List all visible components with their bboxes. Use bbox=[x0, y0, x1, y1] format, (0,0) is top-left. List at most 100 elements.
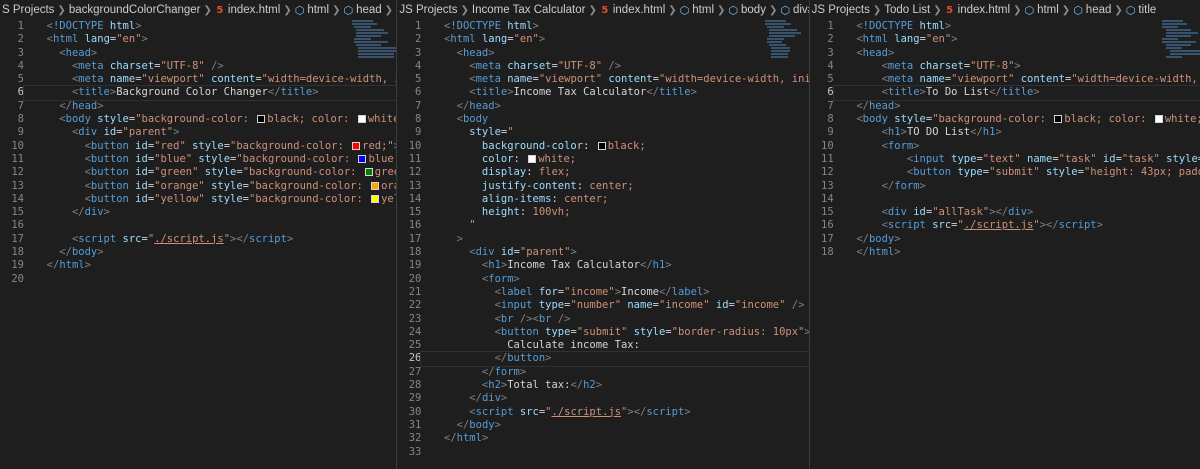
color-swatch[interactable] bbox=[358, 154, 367, 163]
code-line[interactable]: 3 <head> bbox=[397, 47, 808, 60]
breadcrumb-item[interactable]: Income Tax Calculator bbox=[472, 4, 586, 16]
minimap[interactable] bbox=[1160, 20, 1200, 60]
breadcrumb-item[interactable]: JS Projects bbox=[812, 4, 870, 16]
color-swatch[interactable] bbox=[1054, 115, 1063, 124]
code-line[interactable]: 21 <label for="income">Income</label> bbox=[397, 286, 808, 299]
code-line[interactable]: 3 <head> bbox=[0, 47, 396, 60]
color-swatch[interactable] bbox=[371, 181, 380, 190]
code-line[interactable]: 30 <script src="./script.js"></script> bbox=[397, 406, 808, 419]
code-line[interactable]: 4 <meta charset="UTF-8"> bbox=[810, 60, 1200, 73]
editor-pane-todo-list[interactable]: JS Projects ❯ Todo List ❯ 5 index.html ❯ ⬡ html ❯… bbox=[809, 0, 1200, 469]
code-line[interactable]: 4 <meta charset="UTF-8" /> bbox=[397, 60, 808, 73]
code-line[interactable]: 5 <meta name="viewport" content="width=d… bbox=[810, 73, 1200, 86]
code-line[interactable]: 14 bbox=[810, 193, 1200, 206]
editor-pane-background-color-changer[interactable]: S Projects ❯ backgroundColorChanger ❯ 5 index… bbox=[0, 0, 397, 469]
code-line[interactable]: 15 <div id="allTask"></div> bbox=[810, 206, 1200, 219]
code-line[interactable]: 32 </html> bbox=[397, 432, 808, 445]
code-line[interactable]: 16 " bbox=[397, 219, 808, 232]
breadcrumb-item[interactable]: 5 index.html bbox=[600, 4, 665, 16]
code-line[interactable]: 6 <title>To Do List</title> bbox=[810, 85, 1200, 101]
color-swatch[interactable] bbox=[1154, 115, 1163, 124]
code-line[interactable]: 10 <button id="red" style="background-co… bbox=[0, 140, 396, 153]
code-line[interactable]: 11 color: white; bbox=[397, 153, 808, 166]
breadcrumb-item[interactable]: Todo List bbox=[884, 4, 930, 16]
code-line[interactable]: 28 <h2>Total tax:</h2> bbox=[397, 379, 808, 392]
code-line[interactable]: 11 <input type="text" name="task" id="ta… bbox=[810, 153, 1200, 166]
code-line[interactable]: 11 <button id="blue" style="background-c… bbox=[0, 153, 396, 166]
breadcrumb-item[interactable]: ⬡ html bbox=[1024, 4, 1058, 17]
code-line[interactable]: 23 <br /><br /> bbox=[397, 313, 808, 326]
code-line[interactable]: 17 </body> bbox=[810, 233, 1200, 246]
code-line[interactable]: 22 <input type="number" name="income" id… bbox=[397, 299, 808, 312]
code-line[interactable]: 14 <button id="yellow" style="background… bbox=[0, 193, 396, 206]
code-line[interactable]: 9 style=" bbox=[397, 126, 808, 139]
breadcrumb-item[interactable]: 5 index.html bbox=[215, 4, 280, 16]
code-line[interactable]: 4 <meta charset="UTF-8" /> bbox=[0, 60, 396, 73]
breadcrumb-item[interactable]: ⬡ head bbox=[1073, 4, 1111, 17]
breadcrumb-item[interactable]: S Projects bbox=[2, 4, 54, 16]
breadcrumb-item[interactable]: 5 index.html bbox=[945, 4, 1010, 16]
code-line[interactable]: 2 <html lang="en"> bbox=[0, 33, 396, 46]
code-line[interactable]: 19 <h1>Income Tax Calculator</h1> bbox=[397, 259, 808, 272]
code-line[interactable]: 7 </head> bbox=[810, 100, 1200, 113]
color-swatch[interactable] bbox=[371, 194, 380, 203]
code-line[interactable]: 18 </body> bbox=[0, 246, 396, 259]
color-swatch[interactable] bbox=[364, 168, 373, 177]
code-line[interactable]: 13 <button id="orange" style="background… bbox=[0, 180, 396, 193]
breadcrumb-item[interactable]: backgroundColorChanger bbox=[69, 4, 201, 16]
breadcrumb-item[interactable]: ⬡ title bbox=[1126, 4, 1157, 17]
code-line[interactable]: 2 <html lang="en"> bbox=[810, 33, 1200, 46]
code-line[interactable]: 5 <meta name="viewport" content="width=d… bbox=[397, 73, 809, 86]
code-line[interactable]: 12 <button id="green" style="background-… bbox=[0, 166, 396, 179]
code-line[interactable]: 25 Calculate income Tax: bbox=[397, 339, 808, 352]
code-line[interactable]: 15 </div> bbox=[0, 206, 396, 219]
code-line[interactable]: 20 <form> bbox=[397, 273, 808, 286]
code-line[interactable]: 7 </head> bbox=[0, 100, 396, 113]
editor-pane-income-tax-calculator[interactable]: JS Projects ❯ Income Tax Calculator ❯ 5 index… bbox=[397, 0, 809, 469]
color-swatch[interactable] bbox=[597, 141, 606, 150]
code-line[interactable]: 13 justify-content: center; bbox=[397, 180, 808, 193]
code-area[interactable]: 1 <!DOCTYPE html> 2 <html lang="en"> 3 <he… bbox=[0, 20, 397, 469]
code-line[interactable]: 7 </head> bbox=[397, 100, 808, 113]
code-line[interactable]: 31 </body> bbox=[397, 419, 808, 432]
code-line[interactable]: 9 <h1>TO DO List</h1> bbox=[810, 126, 1200, 139]
code-line[interactable]: 1 <!DOCTYPE html> bbox=[0, 20, 396, 33]
breadcrumb-item[interactable]: ⬡ html bbox=[680, 4, 714, 17]
color-swatch[interactable] bbox=[528, 154, 537, 163]
code-line[interactable]: 33 bbox=[397, 446, 808, 459]
breadcrumb-item[interactable]: ⬡div#parent bbox=[780, 4, 808, 17]
code-line[interactable]: 18 <div id="parent"> bbox=[397, 246, 808, 259]
code-line[interactable]: 24 <button type="submit" style="border-r… bbox=[397, 326, 809, 339]
code-line[interactable]: 10 <form> bbox=[810, 140, 1200, 153]
minimap[interactable] bbox=[763, 20, 805, 60]
code-line[interactable]: 19 </html> bbox=[0, 259, 396, 272]
code-line[interactable]: 27 </form> bbox=[397, 366, 808, 379]
code-line[interactable]: 15 height: 100vh; bbox=[397, 206, 808, 219]
code-area[interactable]: 1 <!DOCTYPE html> 2 <html lang="en"> 3 <he… bbox=[810, 20, 1200, 469]
code-line[interactable]: 26 </button> bbox=[397, 351, 809, 367]
code-line[interactable]: 1 <!DOCTYPE html> bbox=[810, 20, 1200, 33]
breadcrumb-item[interactable]: JS Projects bbox=[399, 4, 457, 16]
code-line[interactable]: 20 bbox=[0, 273, 396, 286]
code-line[interactable]: 13 </form> bbox=[810, 180, 1200, 193]
code-line[interactable]: 17 > bbox=[397, 233, 808, 246]
code-line[interactable]: 6 <title>Background Color Changer</title… bbox=[0, 85, 397, 101]
breadcrumb-item[interactable]: ⬡ html bbox=[295, 4, 329, 17]
minimap[interactable] bbox=[350, 20, 397, 60]
code-line[interactable]: 5 <meta name="viewport" content="width=d… bbox=[0, 73, 397, 86]
color-swatch[interactable] bbox=[352, 141, 361, 150]
code-line[interactable]: 8 <body style="background-color: black; … bbox=[810, 113, 1200, 126]
breadcrumb-item[interactable]: ⬡ body bbox=[728, 4, 766, 17]
code-line[interactable]: 3 <head> bbox=[810, 47, 1200, 60]
code-line[interactable]: 8 <body bbox=[397, 113, 808, 126]
color-swatch[interactable] bbox=[257, 115, 266, 124]
code-line[interactable]: 1 <!DOCTYPE html> bbox=[397, 20, 808, 33]
code-line[interactable]: 9 <div id="parent"> bbox=[0, 126, 396, 139]
code-line[interactable]: 12 <button type="submit" style="height: … bbox=[810, 166, 1200, 179]
code-line[interactable]: 6 <title>Income Tax Calculator</title> bbox=[397, 86, 808, 99]
code-line[interactable]: 16 <script src="./script.js"></script> bbox=[810, 219, 1200, 232]
code-line[interactable]: 12 display: flex; bbox=[397, 166, 808, 179]
code-line[interactable]: 18 </html> bbox=[810, 246, 1200, 259]
code-line[interactable]: 14 align-items: center; bbox=[397, 193, 808, 206]
code-line[interactable]: 16 bbox=[0, 219, 396, 232]
